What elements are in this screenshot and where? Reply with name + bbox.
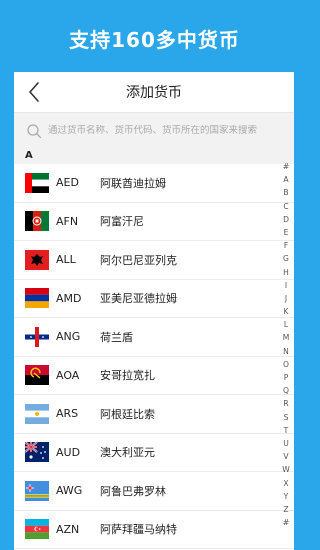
currency-code: AZN [56, 522, 80, 536]
search-bar[interactable] [14, 112, 294, 148]
aruba-flag-icon [25, 480, 49, 501]
currency-name: 阿根廷比索 [100, 407, 155, 421]
currency-row-ang[interactable]: ANG 荷兰盾 [14, 318, 294, 357]
banner-title: 支持160多中货币 [69, 27, 240, 52]
currency-row-awg[interactable]: AWG 阿鲁巴弗罗林 [14, 472, 294, 511]
currency-code: AMD [56, 291, 82, 305]
currency-code: ARS [56, 407, 79, 421]
afghanistan-flag-icon [25, 211, 49, 232]
index-letter[interactable]: N [283, 345, 289, 358]
phone-screen: 添加货币 A AED 阿联酋迪拉姆 [14, 72, 294, 550]
currency-name: 澳大利亚元 [100, 446, 155, 460]
angola-flag-icon [25, 365, 49, 386]
azerbaijan-flag-icon [25, 519, 49, 540]
index-letter[interactable]: Y [284, 490, 289, 503]
index-letter[interactable]: W [282, 463, 290, 476]
index-letter[interactable]: B [283, 186, 288, 199]
currency-row-aed[interactable]: AED 阿联酋迪拉姆 [14, 164, 294, 203]
index-letter[interactable]: X [283, 477, 288, 490]
currency-row-aud[interactable]: AUD 澳大利亚元 [14, 434, 294, 472]
australia-flag-icon [25, 442, 49, 463]
chevron-left-icon [29, 82, 39, 102]
currency-code: AOA [56, 368, 80, 382]
index-letter[interactable]: U [283, 437, 289, 450]
currency-code: AUD [56, 445, 81, 459]
back-button[interactable] [22, 80, 46, 104]
currency-row-aoa[interactable]: AOA 安哥拉宽扎 [14, 357, 294, 395]
index-letter[interactable]: O [283, 358, 289, 371]
uae-flag-icon [25, 172, 49, 193]
currency-code: AED [56, 176, 79, 190]
index-letter[interactable]: G [283, 252, 289, 265]
index-letter[interactable]: R [283, 397, 288, 410]
index-letter[interactable]: A [283, 173, 288, 186]
albania-flag-icon [25, 249, 49, 270]
alphabet-index-bar[interactable]: # A B C D E F G H I J K L M N O P Q R S T U V W X Y Z # [280, 160, 292, 529]
index-letter[interactable]: D [283, 213, 289, 226]
index-letter[interactable]: K [284, 305, 289, 318]
index-letter[interactable]: L [284, 318, 288, 331]
index-letter[interactable]: V [283, 450, 288, 463]
currency-list: AED 阿联酋迪拉姆 AFN 阿富汗尼 ALL 阿尔巴尼亚列克 AMD 亚美尼亚… [14, 164, 294, 549]
currency-row-azn[interactable]: AZN 阿萨拜疆马纳特 [14, 511, 294, 549]
currency-code: ANG [56, 330, 81, 344]
navigation-bar: 添加货币 [14, 72, 294, 112]
index-letter[interactable]: S [284, 411, 289, 424]
index-letter[interactable]: E [284, 226, 289, 239]
page-title: 添加货币 [126, 85, 182, 101]
currency-code: AWG [56, 484, 83, 498]
index-letter[interactable]: I [285, 279, 287, 292]
index-letter[interactable]: J [285, 292, 287, 305]
search-icon [27, 123, 42, 138]
currency-code: AFN [56, 214, 79, 228]
currency-name: 阿尔巴尼亚列克 [100, 253, 177, 267]
currency-name: 阿联酋迪拉姆 [100, 176, 166, 190]
currency-row-afn[interactable]: AFN 阿富汗尼 [14, 203, 294, 241]
currency-name: 阿富汗尼 [100, 215, 144, 229]
index-letter[interactable]: H [283, 266, 289, 279]
currency-row-ars[interactable]: ARS 阿根廷比索 [14, 395, 294, 434]
currency-row-all[interactable]: ALL 阿尔巴尼亚列克 [14, 241, 294, 280]
currency-code: ALL [56, 253, 76, 267]
section-header-a: A [14, 148, 294, 164]
index-letter[interactable]: C [283, 200, 288, 213]
netherlands-antilles-flag-icon [25, 326, 49, 347]
promo-banner: 支持160多中货币 [0, 0, 309, 76]
search-input[interactable] [48, 125, 288, 136]
currency-row-amd[interactable]: AMD 亚美尼亚德拉姆 [14, 280, 294, 318]
currency-name: 安哥拉宽扎 [100, 369, 155, 383]
index-letter[interactable]: # [283, 160, 289, 173]
index-letter[interactable]: F [284, 239, 288, 252]
currency-name: 阿萨拜疆马纳特 [100, 523, 177, 537]
currency-name: 阿鲁巴弗罗林 [100, 484, 166, 498]
index-letter[interactable]: Q [283, 384, 289, 397]
index-letter[interactable]: T [284, 424, 289, 437]
currency-name: 亚美尼亚德拉姆 [100, 292, 177, 306]
currency-name: 荷兰盾 [100, 330, 133, 344]
armenia-flag-icon [25, 288, 49, 309]
index-letter[interactable]: M [283, 331, 290, 344]
index-letter[interactable]: Z [283, 503, 288, 516]
index-letter[interactable]: P [284, 371, 289, 384]
argentina-flag-icon [25, 403, 49, 424]
index-letter[interactable]: # [283, 516, 289, 529]
